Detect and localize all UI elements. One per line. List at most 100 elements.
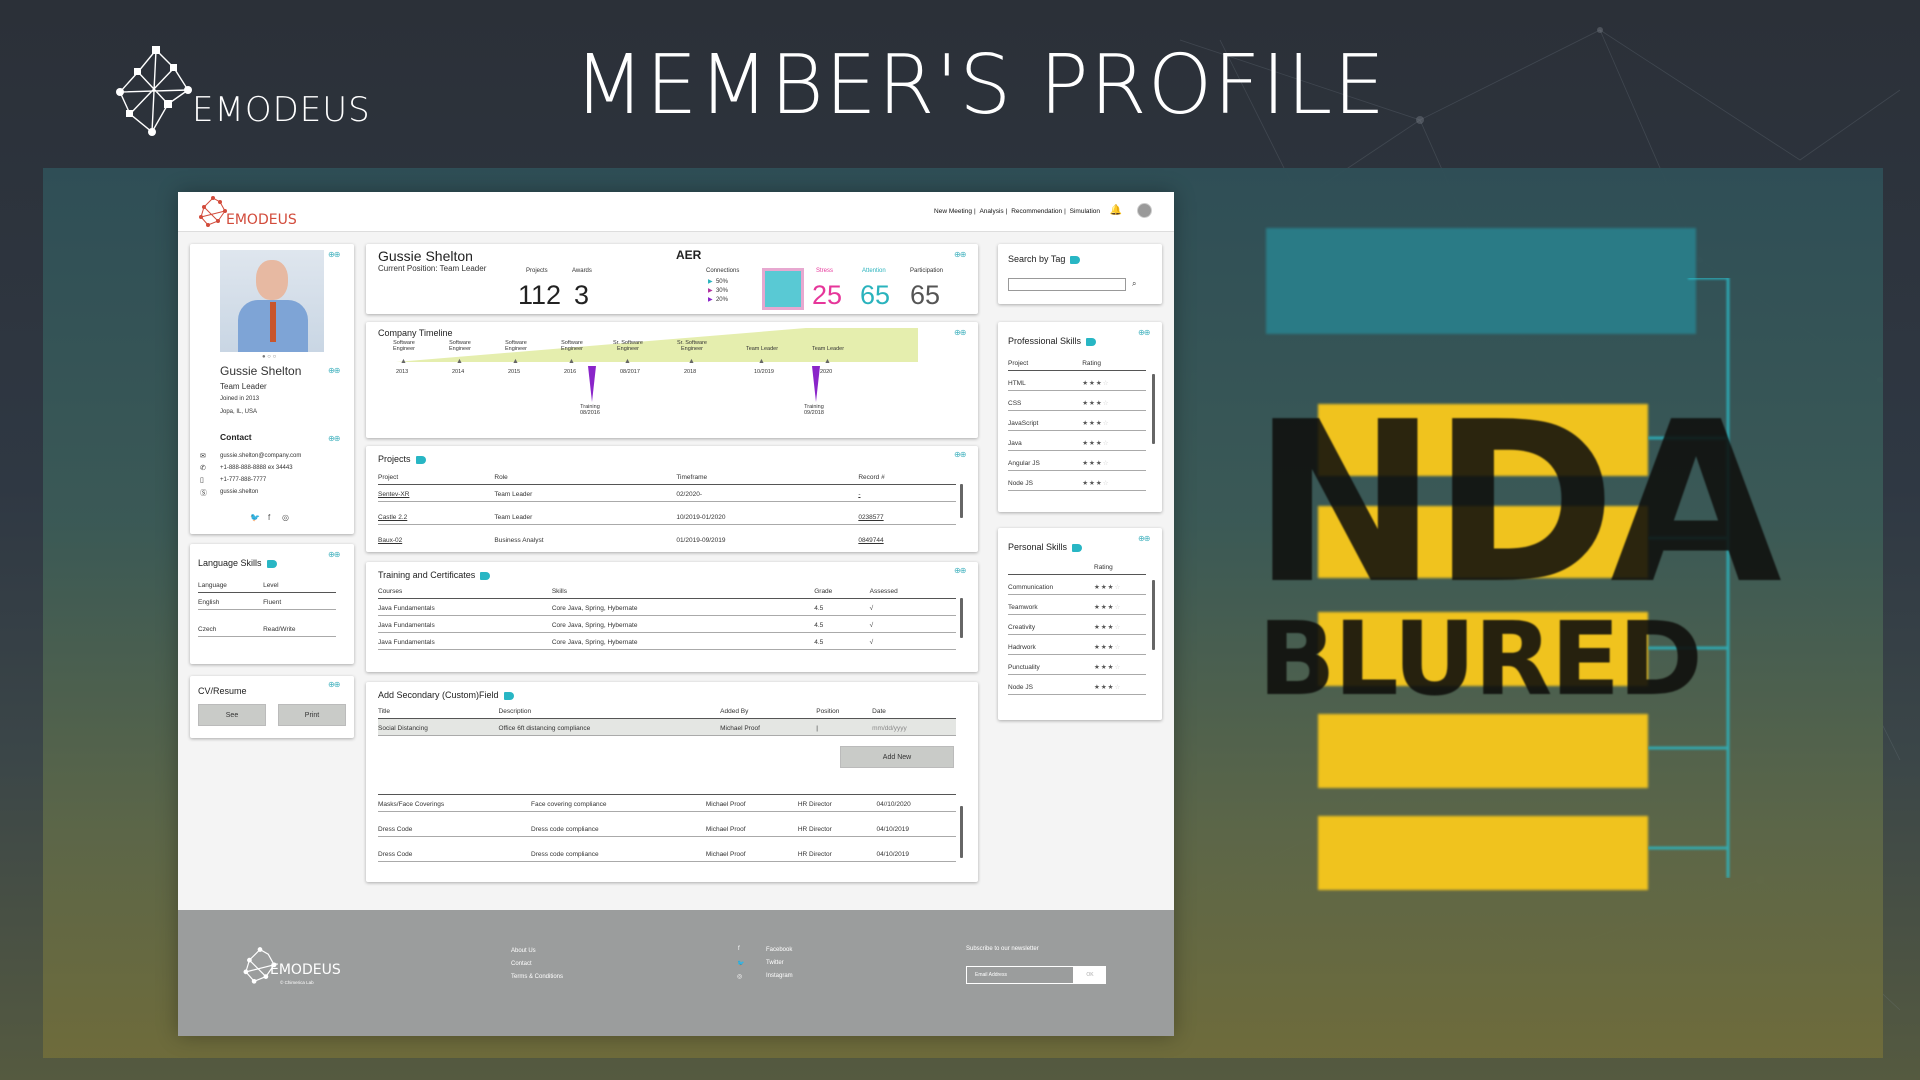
add-edit-icon[interactable]: ⊕⊕ [328,434,340,443]
contact-phone1[interactable]: +1-888-888-8888 ex 34443 [220,465,293,471]
twitter-icon[interactable]: 🐦 [737,960,744,967]
add-edit-icon[interactable]: ⊕⊕ [328,550,340,559]
footer-instagram[interactable]: Instagram [766,973,793,979]
star-rating[interactable]: ★★★☆ [1082,470,1146,491]
timeline-role: Sr. Software Engineer [677,340,707,352]
awards-count: 3 [574,280,590,310]
timeline-date: 2014 [452,369,465,375]
instagram-icon[interactable]: ◎ [282,513,289,522]
table-row: Communication ★★★☆ [1008,574,1146,595]
custom-fields-table: Masks/Face Coverings Face covering compli… [378,794,956,862]
nav-new-meeting[interactable]: New Meeting [934,208,972,215]
newsletter-ok-button[interactable]: OK [1074,966,1106,984]
added-by-input[interactable]: Michael Proof [720,718,817,736]
stress-value: 25 [812,280,843,310]
timeline-date: 2015 [508,369,521,375]
add-edit-icon[interactable]: ⊕⊕ [1138,328,1150,337]
star-rating[interactable]: ★★★☆ [1082,430,1146,451]
avatar[interactable] [1137,203,1152,218]
instagram-icon[interactable]: ◎ [737,973,742,980]
phone-icon: ✆ [200,465,206,472]
footer-facebook[interactable]: Facebook [766,947,792,953]
contact-title: Contact [220,432,252,442]
table-row: Dress Code Dress code compliance Michael P… [378,836,956,862]
contact-email[interactable]: gussie.shelton@company.com [220,453,301,459]
star-rating[interactable]: ★★★☆ [1094,614,1146,635]
blurred-box [1318,714,1648,788]
search-input[interactable] [1008,278,1126,291]
add-edit-icon[interactable]: ⊕⊕ [328,250,340,259]
nav-simulation[interactable]: Simulation [1070,208,1100,215]
add-new-button[interactable]: Add New [840,746,954,768]
app-logo[interactable]: EMODEUS [198,195,297,234]
star-rating[interactable]: ★★★☆ [1094,654,1146,675]
projects-label: Projects [526,268,548,274]
contact-skype[interactable]: gussie.shelton [220,489,258,495]
skype-icon: Ⓢ [200,490,207,497]
aer-color-swatch [762,268,804,310]
tag-icon[interactable] [1072,543,1083,552]
star-rating[interactable]: ★★★☆ [1082,450,1146,471]
bell-icon[interactable]: 🔔 [1110,205,1122,216]
training-card: Training and Certificates ⊕⊕ Courses Skil… [366,562,978,672]
search-icon[interactable]: ⌕ [1132,279,1136,289]
timeline-date: 10/2019 [754,369,774,375]
scrollbar[interactable] [1152,580,1155,650]
star-rating[interactable]: ★★★☆ [1082,370,1146,391]
scrollbar[interactable] [1152,374,1155,444]
projects-card: Projects ⊕⊕ Project Role Timeframe Record #… [366,446,978,552]
see-cv-button[interactable]: See [198,704,266,726]
star-rating[interactable]: ★★★☆ [1082,410,1146,431]
cv-title: CV/Resume [198,686,247,696]
footer-link-about[interactable]: About Us [511,948,536,954]
add-edit-icon[interactable]: ⊕⊕ [954,250,966,259]
current-position: Current Position: Team Leader [378,264,487,273]
tag-icon[interactable] [1070,255,1081,264]
print-cv-button[interactable]: Print [278,704,346,726]
position-input[interactable]: | [816,718,873,736]
contact-phone2[interactable]: +1-777-888-7777 [220,477,266,483]
add-edit-icon[interactable]: ⊕⊕ [954,450,966,459]
facebook-icon[interactable]: f [268,513,270,522]
training-title: Training and Certificates [378,570,491,580]
star-rating[interactable]: ★★★☆ [1094,674,1146,695]
email-placeholder: Email Address [975,972,1007,978]
star-rating[interactable]: ★★★☆ [1094,594,1146,615]
twitter-icon[interactable]: 🐦 [250,513,260,522]
scrollbar[interactable] [960,598,963,638]
scrollbar[interactable] [960,484,963,518]
description-input[interactable]: Office 6ft distancing compliance [498,718,721,736]
tag-icon[interactable] [1086,337,1097,346]
date-input[interactable]: mm/dd/yyyy [872,718,956,736]
timeline-marker-icon: ▲ [624,358,631,365]
nav-analysis[interactable]: Analysis [979,208,1003,215]
personal-skills-card: Personal Skills ⊕⊕ Rating Communication ★★… [998,528,1162,720]
footer-link-terms[interactable]: Terms & Conditions [511,974,563,980]
facebook-icon[interactable]: f [738,946,740,952]
table-row: HTML ★★★☆ [1008,370,1146,391]
star-rating[interactable]: ★★★☆ [1094,634,1146,655]
participation-label: Participation [910,268,944,274]
newsletter-email-input[interactable]: Email Address [966,966,1074,984]
footer-link-contact[interactable]: Contact [511,961,532,967]
tag-icon[interactable] [266,559,277,568]
timeline-role: Sr. Software Engineer [613,340,643,352]
add-edit-icon[interactable]: ⊕⊕ [328,680,340,689]
timeline-card: Company Timeline ⊕⊕ Software Engineer ▲ 20… [366,322,978,438]
scrollbar[interactable] [960,806,963,858]
tag-icon[interactable] [503,691,514,700]
photo-pager[interactable]: ● ○ ○ [262,354,276,360]
footer-sub: © Chimerica Lab [280,980,314,985]
star-rating[interactable]: ★★★☆ [1094,574,1146,595]
add-edit-icon[interactable]: ⊕⊕ [328,366,340,375]
add-edit-icon[interactable]: ⊕⊕ [954,566,966,575]
title-input[interactable]: Social Distancing [378,718,499,736]
connections-label: Connections [706,268,740,274]
tag-icon[interactable] [415,455,426,464]
tag-icon[interactable] [480,571,491,580]
app-brand: EMODEUS [226,212,297,228]
star-rating[interactable]: ★★★☆ [1082,390,1146,411]
footer-twitter[interactable]: Twitter [766,960,784,966]
add-edit-icon[interactable]: ⊕⊕ [1138,534,1150,543]
nav-recommendation[interactable]: Recommendation [1011,208,1062,215]
